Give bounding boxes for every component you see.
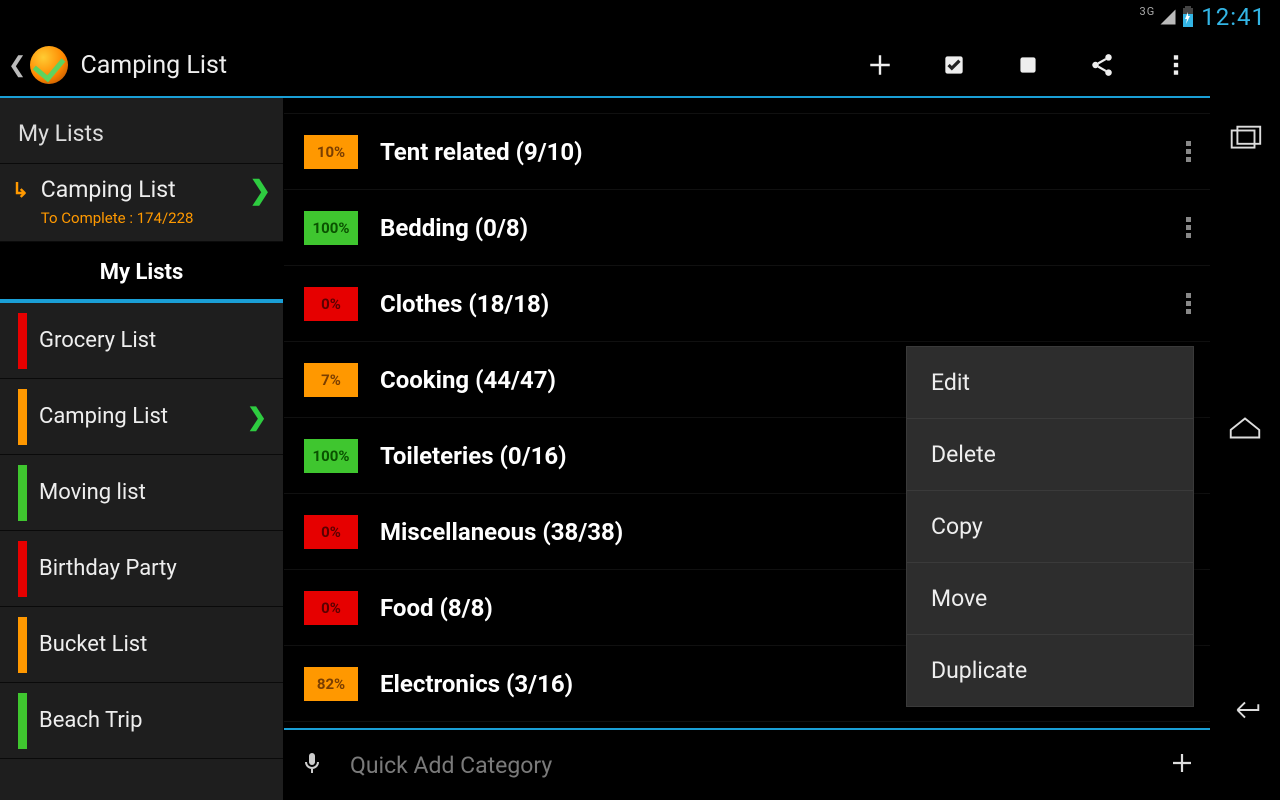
list-color-indicator (18, 389, 27, 445)
sidebar-list: Grocery List Camping List❯ Moving list Birt… (0, 303, 283, 800)
list-color-indicator (18, 617, 27, 673)
back-caret-icon[interactable]: ❮ (8, 53, 26, 78)
context-menu-item[interactable]: Copy (907, 491, 1193, 563)
checkbox-action-button[interactable] (940, 51, 968, 79)
sidebar-item[interactable]: Grocery List (0, 303, 283, 379)
action-buttons (866, 51, 1190, 79)
signal-icon (1159, 8, 1177, 26)
category-label: Tent related (9/10) (380, 138, 1178, 166)
category-label: Clothes (18/18) (380, 290, 1178, 318)
action-bar: ❮ Camping List (0, 34, 1210, 96)
category-percent-badge: 100% (304, 439, 358, 473)
battery-icon (1181, 6, 1195, 28)
category-row-menu-button[interactable] (1178, 141, 1198, 162)
microphone-icon[interactable] (300, 751, 324, 779)
sidebar-item[interactable]: Camping List❯ (0, 379, 283, 455)
quick-add-bar: Quick Add Category (284, 728, 1210, 800)
status-clock: 12:41 (1201, 3, 1266, 31)
sidebar-item[interactable]: Bucket List (0, 607, 283, 683)
list-color-indicator (18, 313, 27, 369)
quick-add-plus-button[interactable] (1170, 751, 1194, 779)
sidebar: My Lists ↳ Camping List To Complete : 17… (0, 98, 284, 800)
current-list-subtitle: To Complete : 174/228 (41, 209, 237, 227)
category-percent-badge: 0% (304, 591, 358, 625)
category-row-menu-button[interactable] (1178, 293, 1198, 314)
sidebar-item-label: Birthday Party (39, 556, 267, 581)
sidebar-item-label: Beach Trip (39, 708, 267, 733)
sidebar-item-label: Grocery List (39, 328, 267, 353)
chevron-right-icon: ❯ (247, 403, 267, 431)
sidebar-item-label: Bucket List (39, 632, 267, 657)
status-icons: 3G (1140, 6, 1196, 28)
add-button[interactable] (866, 51, 894, 79)
recent-apps-button[interactable] (1221, 116, 1269, 164)
quick-add-input[interactable]: Quick Add Category (350, 752, 1144, 779)
category-percent-badge: 0% (304, 515, 358, 549)
stop-action-button[interactable] (1014, 51, 1042, 79)
back-button[interactable] (1221, 686, 1269, 734)
list-color-indicator (18, 693, 27, 749)
category-row[interactable]: 0%Planning (0/0) (284, 98, 1210, 114)
page-title: Camping List (80, 51, 866, 80)
context-menu-item[interactable]: Duplicate (907, 635, 1193, 706)
chevron-right-icon: ❯ (249, 176, 271, 206)
status-bar: 3G 12:41 (0, 0, 1280, 34)
category-percent-badge: 100% (304, 211, 358, 245)
category-percent-badge: 7% (304, 363, 358, 397)
sidebar-tab-mylists[interactable]: My Lists (0, 242, 283, 303)
context-menu-item[interactable]: Edit (907, 347, 1193, 419)
category-percent-badge: 0% (304, 287, 358, 321)
sidebar-item-label: Camping List (39, 404, 247, 429)
current-list-name: Camping List (41, 176, 237, 203)
category-row[interactable]: 0% Clothes (18/18) (284, 266, 1210, 342)
list-color-indicator (18, 465, 27, 521)
context-menu-item[interactable]: Move (907, 563, 1193, 635)
list-color-indicator (18, 541, 27, 597)
sidebar-header: My Lists (0, 98, 283, 164)
sidebar-item[interactable]: Beach Trip (0, 683, 283, 759)
category-row[interactable]: 100% Bedding (0/8) (284, 190, 1210, 266)
network-type: 3G (1140, 5, 1156, 18)
sidebar-item-label: Moving list (39, 480, 267, 505)
sidebar-item[interactable]: Birthday Party (0, 531, 283, 607)
sidebar-item[interactable]: Moving list (0, 455, 283, 531)
category-percent-badge: 82% (304, 667, 358, 701)
indent-arrow-icon: ↳ (12, 178, 29, 202)
category-row[interactable]: 10% Tent related (9/10) (284, 114, 1210, 190)
share-button[interactable] (1088, 51, 1116, 79)
overflow-menu-button[interactable] (1162, 51, 1190, 79)
category-row-menu-button[interactable] (1178, 217, 1198, 238)
category-label: Bedding (0/8) (380, 214, 1178, 242)
category-percent-badge: 10% (304, 135, 358, 169)
app-icon[interactable] (30, 46, 68, 84)
sidebar-current-list[interactable]: ↳ Camping List To Complete : 174/228 ❯ (0, 164, 283, 242)
system-nav (1210, 34, 1280, 800)
context-menu-item[interactable]: Delete (907, 419, 1193, 491)
home-button[interactable] (1221, 404, 1269, 452)
context-menu: EditDeleteCopyMoveDuplicate (906, 346, 1194, 707)
